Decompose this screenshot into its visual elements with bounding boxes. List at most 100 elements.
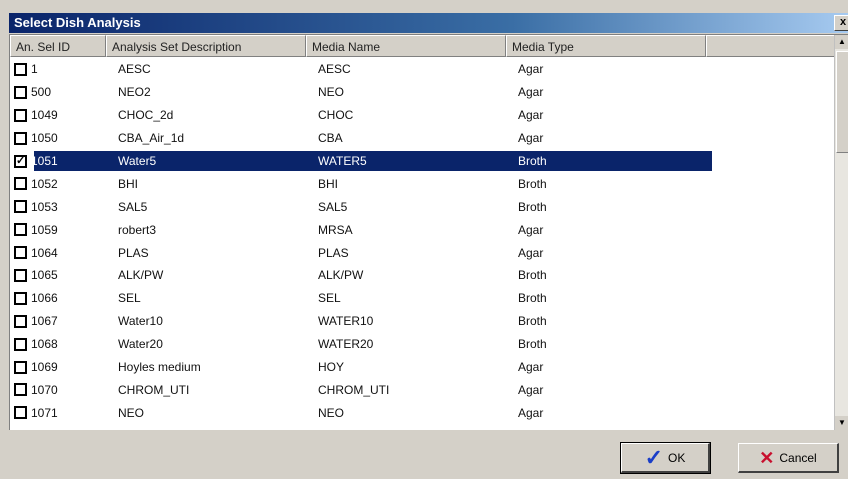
- cell-id: 1050: [31, 131, 58, 146]
- table-row[interactable]: 1064 PLAS PLAS Agar: [10, 241, 835, 264]
- table-row[interactable]: 1070 CHROM_UTI CHROM_UTI Agar: [10, 378, 835, 401]
- cell-description: NEO2: [118, 85, 151, 100]
- cell-media-name: PLAS: [318, 245, 349, 260]
- row-checkbox[interactable]: [14, 360, 27, 374]
- table-row[interactable]: 1069 Hoyles medium HOY Agar: [10, 356, 835, 379]
- row-checkbox[interactable]: [14, 177, 27, 191]
- row-checkbox[interactable]: [14, 131, 27, 145]
- column-header-media-name[interactable]: Media Name: [306, 35, 506, 57]
- cell-media-type: Agar: [518, 62, 544, 77]
- cell-media-type: Agar: [518, 131, 544, 146]
- table-row[interactable]: 1049 CHOC_2d CHOC Agar: [10, 104, 835, 127]
- cell-media-name: NEO: [318, 405, 345, 420]
- row-checkbox[interactable]: [14, 406, 27, 420]
- cell-description: SAL5: [118, 199, 148, 214]
- cell-description: BHI: [118, 176, 139, 191]
- cell-media-type: Agar: [518, 85, 544, 100]
- scroll-thumb[interactable]: [836, 51, 848, 153]
- cell-media-type: Agar: [518, 405, 544, 420]
- ok-label: OK: [668, 450, 686, 465]
- table-row[interactable]: 1065 ALK/PW ALK/PW Broth: [10, 264, 835, 287]
- cell-id: 1053: [31, 199, 58, 214]
- table-row[interactable]: 500 NEO2 NEO Agar: [10, 81, 835, 104]
- scroll-up-icon[interactable]: ▲: [835, 35, 848, 49]
- checkmark-icon: ✓: [644, 444, 664, 470]
- table-row[interactable]: 1071 NEO NEO Agar: [10, 401, 835, 424]
- row-checkbox[interactable]: [14, 268, 27, 282]
- row-checkbox[interactable]: [14, 337, 27, 351]
- cell-id: 1066: [31, 291, 58, 306]
- column-header-id[interactable]: An. Sel ID: [10, 35, 106, 57]
- table-row[interactable]: 1 AESC AESC Agar: [10, 58, 835, 81]
- table-row[interactable]: 1066 SEL SEL Broth: [10, 287, 835, 310]
- grid-header: An. Sel ID Analysis Set Description Medi…: [10, 35, 835, 57]
- row-checkbox[interactable]: [14, 314, 27, 328]
- table-row[interactable]: 1067 Water10 WATER10 Broth: [10, 310, 835, 333]
- cell-media-type: Agar: [518, 245, 544, 260]
- cell-media-name: AESC: [318, 62, 351, 77]
- vertical-scrollbar[interactable]: ▲ ▼: [834, 35, 848, 430]
- scroll-down-icon[interactable]: ▼: [835, 416, 848, 430]
- cell-id: 1069: [31, 360, 58, 375]
- cell-media-type: Agar: [518, 222, 544, 237]
- cell-media-name: WATER5: [318, 154, 367, 168]
- cell-media-type: Broth: [518, 314, 547, 329]
- cell-media-name: MRSA: [318, 222, 353, 237]
- cell-id: 1049: [31, 108, 58, 123]
- close-button[interactable]: x: [834, 15, 848, 31]
- row-checkbox[interactable]: [14, 246, 27, 260]
- column-header-description[interactable]: Analysis Set Description: [106, 35, 306, 57]
- dialog-titlebar: Select Dish Analysis x: [9, 13, 848, 33]
- row-checkbox[interactable]: [14, 223, 27, 237]
- cell-media-name: SAL5: [318, 199, 348, 214]
- cell-media-name: HOY: [318, 360, 345, 375]
- column-header-spare: [706, 35, 835, 57]
- cell-description: Water10: [118, 314, 163, 329]
- table-row[interactable]: ✓ 1051 Water5 WATER5 Broth: [10, 150, 835, 173]
- cell-media-name: CHROM_UTI: [318, 382, 390, 397]
- cell-description: Hoyles medium: [118, 360, 201, 375]
- cell-id: 1071: [31, 405, 58, 420]
- cell-id: 1068: [31, 337, 58, 352]
- ok-button[interactable]: ✓ OK: [620, 442, 711, 474]
- cancel-label: Cancel: [779, 450, 817, 465]
- dish-analysis-grid: An. Sel ID Analysis Set Description Medi…: [9, 34, 848, 430]
- table-row[interactable]: 1050 CBA_Air_1d CBA Agar: [10, 127, 835, 150]
- cell-media-type: Agar: [518, 108, 544, 123]
- table-row[interactable]: 1053 SAL5 SAL5 Broth: [10, 195, 835, 218]
- column-header-media-type[interactable]: Media Type: [506, 35, 706, 57]
- cell-description: AESC: [118, 62, 151, 77]
- row-checkbox[interactable]: ✓: [14, 154, 27, 168]
- cell-media-type: Broth: [518, 337, 547, 352]
- table-row[interactable]: 1068 Water20 WATER20 Broth: [10, 333, 835, 356]
- cell-media-type: Broth: [518, 268, 547, 283]
- cell-media-name: WATER10: [318, 314, 374, 329]
- cell-media-name: WATER20: [318, 337, 374, 352]
- row-checkbox[interactable]: [14, 200, 27, 214]
- cell-media-type: Broth: [518, 176, 547, 191]
- table-row[interactable]: 1052 BHI BHI Broth: [10, 172, 835, 195]
- cell-media-name: BHI: [318, 176, 339, 191]
- cell-media-name: CBA: [318, 131, 343, 146]
- row-checkbox[interactable]: [14, 291, 27, 305]
- cell-media-name: SEL: [318, 291, 341, 306]
- cell-id: 1065: [31, 268, 58, 283]
- cell-media-type: Broth: [518, 199, 547, 214]
- cell-description: Water20: [118, 337, 163, 352]
- dialog-footer: ✓ OK ✕ Cancel: [9, 430, 848, 479]
- cell-description: NEO: [118, 405, 145, 420]
- row-checkbox[interactable]: [14, 62, 27, 76]
- cell-media-type: Broth: [518, 154, 547, 168]
- cell-description: robert3: [118, 222, 157, 237]
- cell-media-type: Agar: [518, 382, 544, 397]
- dialog-title: Select Dish Analysis: [14, 15, 141, 30]
- row-checkbox[interactable]: [14, 85, 27, 99]
- grid-rows: 1 AESC AESC Agar 500 NEO2 NEO Agar 1049 CHOC_2d CH…: [10, 58, 835, 424]
- table-row[interactable]: 1059 robert3 MRSA Agar: [10, 218, 835, 241]
- cell-media-name: ALK/PW: [318, 268, 364, 283]
- cell-id: 1052: [31, 176, 58, 191]
- row-checkbox[interactable]: [14, 108, 27, 122]
- cancel-button[interactable]: ✕ Cancel: [738, 443, 839, 473]
- row-checkbox[interactable]: [14, 383, 27, 397]
- cell-id: 1064: [31, 245, 58, 260]
